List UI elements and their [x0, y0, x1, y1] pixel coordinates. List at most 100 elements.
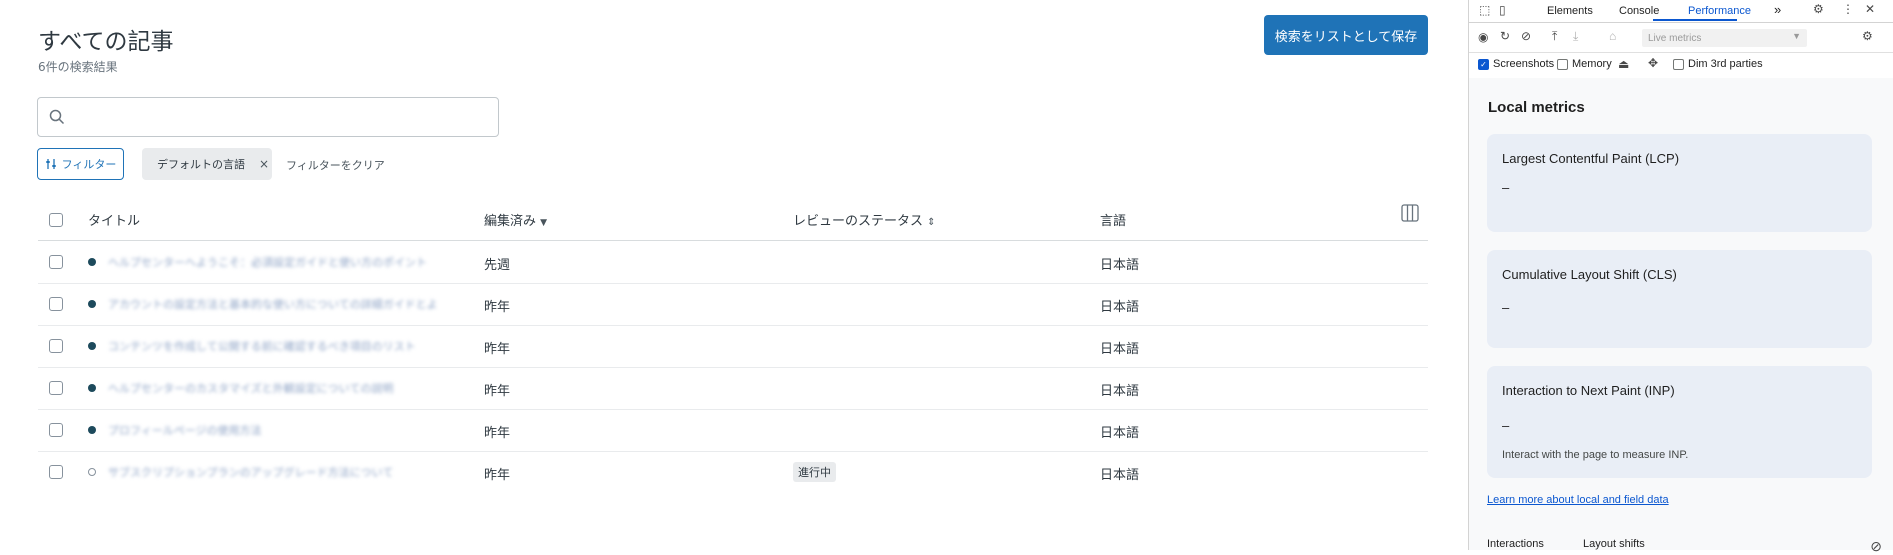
metric-name: Cumulative Layout Shift (CLS) [1502, 267, 1677, 282]
learn-more-link[interactable]: Learn more about local and field data [1487, 494, 1669, 506]
load-profile-icon[interactable]: ⤒ [1552, 29, 1557, 44]
more-tabs-icon[interactable]: » [1774, 2, 1781, 17]
inp-card: Interaction to Next Paint (INP) – Intera… [1487, 366, 1872, 478]
clear-filters-link[interactable]: フィルターをクリア [286, 157, 385, 173]
published-status-icon [88, 426, 96, 434]
table-row[interactable]: ヘルプセンターのカスタマイズと外観設定についての説明 昨年 日本語 [38, 367, 1428, 410]
language-value: 日本語 [1100, 468, 1140, 483]
tab-console[interactable]: Console [1619, 5, 1659, 17]
article-title-link[interactable]: プロフィールページの使用方法 [108, 422, 438, 438]
article-title-link[interactable]: コンテンツを作成して公開する前に確認するべき項目のリスト [108, 338, 438, 354]
capture-options: ✓ Screenshots Memory ⏏ ✥ Dim 3rd parties [1469, 52, 1893, 79]
lcp-card: Largest Contentful Paint (LCP) – [1487, 134, 1872, 232]
clear-icon[interactable]: ⊘ [1521, 29, 1531, 43]
dim-3rd-parties-checkbox[interactable] [1673, 59, 1684, 70]
row-checkbox[interactable] [49, 465, 63, 479]
row-checkbox[interactable] [49, 255, 63, 269]
row-checkbox[interactable] [49, 381, 63, 395]
table-row[interactable]: サブスクリプションプランのアップグレード方法について 昨年 進行中 日本語 [38, 451, 1428, 493]
screenshots-label: Screenshots [1493, 58, 1555, 70]
column-header-review-status[interactable]: レビューのステータス ⇕ [793, 210, 936, 229]
capture-settings-icon[interactable]: ⚙ [1862, 29, 1873, 43]
tab-layout-shifts[interactable]: Layout shifts [1583, 538, 1645, 550]
column-header-edited[interactable]: 編集済み ▼ [484, 210, 547, 229]
published-status-icon [88, 300, 96, 308]
metric-value: – [1502, 180, 1510, 195]
article-list-page: すべての記事 6件の検索結果 検索をリストとして保存 フィルター デフォルトの言… [0, 0, 1468, 550]
memory-checkbox[interactable] [1557, 59, 1568, 70]
remove-filter-icon[interactable]: × [259, 157, 269, 171]
garbage-collect-icon[interactable]: ⏏ [1618, 57, 1629, 71]
language-value: 日本語 [1100, 342, 1140, 357]
table-row[interactable]: コンテンツを作成して公開する前に確認するべき項目のリスト 昨年 日本語 [38, 325, 1428, 368]
review-status-badge: 進行中 [793, 462, 836, 482]
settings-icon[interactable]: ⚙ [1813, 2, 1824, 16]
performance-toolbar: ◉ ↻ ⊘ ⤒ ⤓ ⌂ Live metrics ▼ ⚙ [1469, 24, 1893, 53]
row-checkbox[interactable] [49, 423, 63, 437]
column-header-language: 言語 [1100, 214, 1127, 229]
draft-status-icon [88, 468, 96, 476]
tab-interactions[interactable]: Interactions [1487, 538, 1544, 550]
search-field[interactable] [37, 97, 499, 137]
record-icon[interactable]: ◉ [1478, 30, 1488, 44]
page-title: すべての記事 [38, 29, 174, 55]
filter-tag-label: デフォルトの言語 [157, 158, 245, 171]
table-row[interactable]: アカウントの設定方法と基本的な使い方についての詳細ガイドとよくある質問 昨年 日… [38, 283, 1428, 326]
columns-icon[interactable] [1401, 204, 1419, 222]
select-all-checkbox[interactable] [49, 213, 63, 227]
network-throttle-icon[interactable]: ✥ [1648, 56, 1658, 70]
more-options-icon[interactable]: ⋮ [1842, 2, 1854, 16]
edited-value: 昨年 [484, 468, 511, 483]
device-toolbar-icon[interactable]: ▯ [1499, 3, 1506, 17]
result-count: 6件の検索結果 [38, 60, 118, 74]
language-value: 日本語 [1100, 426, 1140, 441]
metric-value: – [1502, 418, 1510, 433]
column-header-title: タイトル [88, 214, 141, 229]
save-search-button[interactable]: 検索をリストとして保存 [1264, 15, 1428, 55]
tab-elements[interactable]: Elements [1547, 5, 1593, 17]
devtools-tab-bar: ⬚ ▯ Elements Console Performance » ⚙ ⋮ ✕ [1469, 0, 1893, 23]
reload-record-icon[interactable]: ↻ [1500, 29, 1510, 43]
row-checkbox[interactable] [49, 339, 63, 353]
search-input[interactable] [74, 104, 488, 132]
home-icon[interactable]: ⌂ [1609, 29, 1616, 43]
metric-value: – [1502, 300, 1510, 315]
dim-3rd-parties-label: Dim 3rd parties [1688, 58, 1763, 70]
local-metrics-title: Local metrics [1488, 99, 1585, 116]
edited-value: 先週 [484, 258, 511, 273]
sort-icon: ⇕ [927, 217, 936, 228]
language-value: 日本語 [1100, 258, 1140, 273]
table-row[interactable]: ヘルプセンターへようこそ：必須設定ガイドと使い方のポイント 先週 日本語 [38, 241, 1428, 284]
article-title-link[interactable]: ヘルプセンターへようこそ：必須設定ガイドと使い方のポイント [108, 254, 438, 270]
column-header-edited-label: 編集済み [484, 214, 537, 229]
column-header-review-status-label: レビューのステータス [793, 214, 924, 229]
active-tab-indicator [1653, 19, 1737, 21]
sliders-icon [45, 159, 56, 169]
published-status-icon [88, 342, 96, 350]
row-checkbox[interactable] [49, 297, 63, 311]
filter-button[interactable]: フィルター [37, 148, 124, 180]
search-icon [49, 109, 65, 125]
clear-log-icon[interactable]: ⊘ [1870, 538, 1882, 555]
screenshots-checkbox[interactable]: ✓ [1478, 59, 1489, 70]
metric-name: Interaction to Next Paint (INP) [1502, 383, 1675, 398]
tab-performance[interactable]: Performance [1688, 5, 1751, 17]
metric-hint: Interact with the page to measure INP. [1502, 449, 1689, 461]
edited-value: 昨年 [484, 426, 511, 441]
dropdown-arrow-icon: ▼ [1792, 31, 1801, 41]
sort-desc-icon: ▼ [540, 218, 548, 228]
close-icon[interactable]: ✕ [1865, 2, 1875, 16]
edited-value: 昨年 [484, 300, 511, 315]
cls-card: Cumulative Layout Shift (CLS) – [1487, 250, 1872, 348]
language-value: 日本語 [1100, 384, 1140, 399]
table-row[interactable]: プロフィールページの使用方法 昨年 日本語 [38, 409, 1428, 452]
edited-value: 昨年 [484, 342, 511, 357]
article-title-link[interactable]: サブスクリプションプランのアップグレード方法について [108, 464, 438, 480]
live-metrics-select[interactable]: Live metrics ▼ [1642, 29, 1807, 47]
article-title-link[interactable]: アカウントの設定方法と基本的な使い方についての詳細ガイドとよくある質問 [108, 296, 438, 312]
live-metrics-panel: Local metrics Largest Contentful Paint (… [1469, 78, 1893, 554]
inspect-element-icon[interactable]: ⬚ [1479, 3, 1490, 17]
article-title-link[interactable]: ヘルプセンターのカスタマイズと外観設定についての説明 [108, 380, 438, 396]
filter-button-label: フィルター [61, 158, 117, 171]
save-profile-icon[interactable]: ⤓ [1573, 29, 1578, 44]
